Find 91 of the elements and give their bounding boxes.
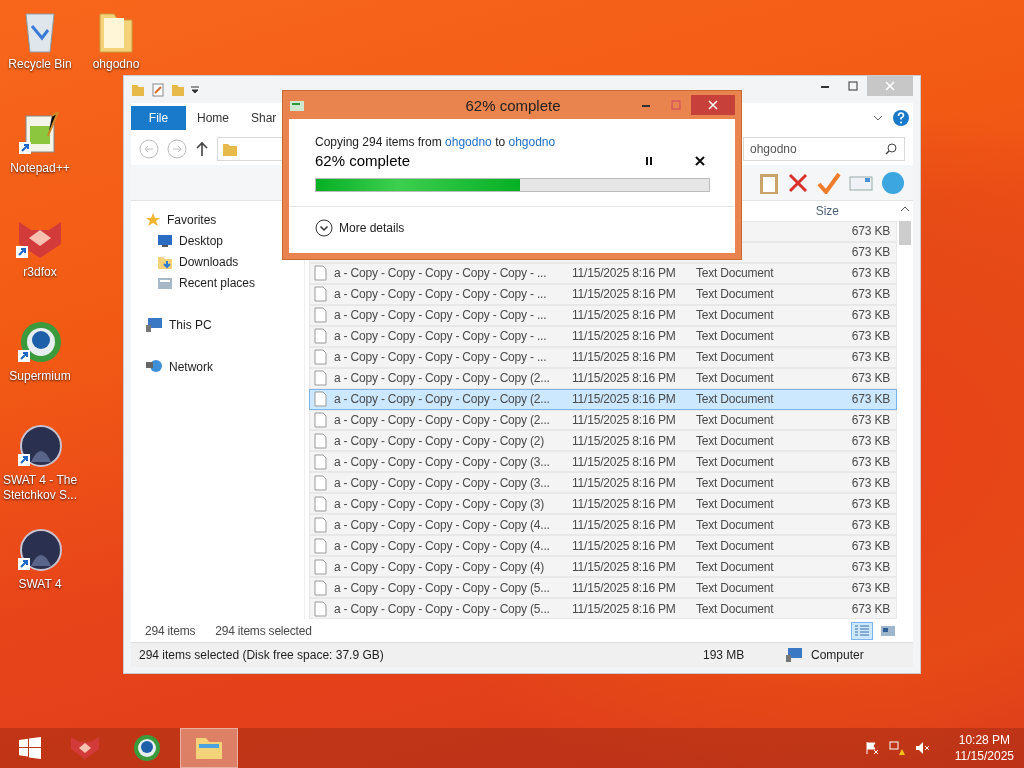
file-type: Text Document [696, 538, 775, 553]
file-name: a - Copy - Copy - Copy - Copy - Copy (2) [334, 433, 546, 448]
date-modified: 11/15/2025 8:16 PM [572, 371, 677, 386]
date-modified: 11/15/2025 8:16 PM [572, 601, 677, 616]
file-size: 673 KB [850, 329, 890, 344]
file-type: Text Document [696, 517, 775, 532]
file-size: 673 KB [850, 224, 890, 239]
file-size: 673 KB [850, 559, 890, 574]
file-name: a - Copy - Copy - Copy - Copy - Copy - ... [334, 308, 548, 323]
copy-message: Copying 294 items from ohgodno to ohgodno [315, 135, 557, 149]
file-size: 673 KB [850, 371, 890, 386]
sidebar-label: Recent places [179, 275, 256, 290]
file-name: a - Copy - Copy - Copy - Copy - Copy (3) [334, 496, 546, 511]
file-type: Text Document [696, 392, 775, 407]
date-modified: 11/15/2025 8:16 PM [572, 329, 677, 344]
file-size: 673 KB [850, 601, 890, 616]
file-type: Text Document [696, 475, 775, 490]
file-type: Text Document [696, 413, 775, 427]
date-modified: 11/15/2025 8:16 PM [572, 475, 677, 490]
file-size: 673 KB [850, 392, 890, 407]
file-type: Text Document [696, 350, 775, 365]
sidebar-label: Network [169, 359, 213, 374]
date-modified: 11/15/2025 8:16 PM [572, 413, 677, 427]
file-name: a - Copy - Copy - Copy - Copy - Copy (4) [334, 559, 546, 574]
shortcut-label: r3dfox [23, 265, 57, 280]
file-size: 673 KB [850, 266, 890, 281]
date-modified: 11/15/2025 8:16 PM [572, 287, 677, 302]
file-type: Text Document [696, 308, 775, 323]
file-name: a - Copy - Copy - Copy - Copy - Copy (4... [334, 538, 551, 553]
file-size: 673 KB [850, 496, 890, 511]
file-size: 673 KB [850, 350, 890, 365]
file-type: Text Document [696, 601, 775, 616]
file-type: Text Document [696, 329, 775, 344]
file-name: a - Copy - Copy - Copy - Copy - Copy (3... [334, 454, 551, 469]
file-type: Text Document [696, 433, 775, 448]
shortcut-label: ohgodno [92, 57, 140, 72]
progress-percent: 62% complete [315, 152, 412, 169]
file-size: 673 KB [850, 580, 890, 595]
date-modified: 11/15/2025 8:16 PM [572, 559, 677, 574]
file-size: 673 KB [850, 287, 890, 302]
shortcut-label: Notepad++ [10, 161, 70, 176]
file-name: a - Copy - Copy - Copy - Copy - Copy (5... [334, 580, 551, 595]
shortcut-label: Recycle Bin [8, 57, 72, 72]
selection-count: 294 items selected [215, 623, 312, 638]
file-size: 673 KB [850, 245, 890, 260]
file-type: Text Document [696, 559, 775, 574]
date-modified: 11/15/2025 8:16 PM [572, 350, 677, 365]
file-size: 673 KB [850, 413, 890, 427]
date-modified: 11/15/2025 8:16 PM [572, 392, 677, 407]
file-type: Text Document [696, 371, 775, 386]
file-type: Text Document [696, 496, 775, 511]
shortcut-label: Supermium [9, 369, 71, 384]
selection-size: 193 MB [702, 648, 746, 662]
file-name: a - Copy - Copy - Copy - Copy - Copy (2... [334, 392, 551, 407]
file-name: a - Copy - Copy - Copy - Copy - Copy - ... [334, 287, 548, 302]
file-type: Text Document [696, 287, 775, 302]
file-name: a - Copy - Copy - Copy - Copy - Copy - ... [334, 266, 548, 281]
file-size: 673 KB [850, 433, 890, 448]
file-name: a - Copy - Copy - Copy - Copy - Copy - ... [334, 350, 548, 365]
date-modified: 11/15/2025 8:16 PM [572, 308, 677, 323]
file-name: a - Copy - Copy - Copy - Copy - Copy (2... [334, 413, 551, 427]
file-size: 673 KB [850, 475, 890, 490]
file-type: Text Document [696, 580, 775, 595]
date-modified: 11/15/2025 8:16 PM [572, 496, 677, 511]
shortcut-label: SWAT 4 [18, 577, 62, 592]
file-size: 673 KB [850, 538, 890, 553]
status-text: 294 items selected (Disk free space: 37.9 GB) [138, 648, 385, 662]
date-modified: 11/15/2025 8:16 PM [572, 433, 677, 448]
date-modified: 11/15/2025 8:16 PM [572, 538, 677, 553]
file-name: a - Copy - Copy - Copy - Copy - Copy - ... [334, 329, 548, 344]
file-name: a - Copy - Copy - Copy - Copy - Copy (3... [334, 475, 551, 490]
sidebar-label: Favorites [167, 212, 217, 227]
sidebar-label: Desktop [179, 233, 224, 248]
date-modified: 11/15/2025 8:16 PM [572, 454, 677, 469]
location-text: Computer [810, 648, 865, 662]
sidebar-label: This PC [169, 317, 212, 332]
dialog-title: 62% complete [464, 96, 562, 114]
file-type: Text Document [696, 454, 775, 469]
shortcut-label: SWAT 4 - The Stetchkov S... [2, 473, 78, 503]
file-size: 673 KB [850, 308, 890, 323]
date-modified: 11/15/2025 8:16 PM [572, 517, 677, 532]
file-size: 673 KB [850, 517, 890, 532]
sidebar-label: Downloads [179, 254, 239, 269]
file-name: a - Copy - Copy - Copy - Copy - Copy (4... [334, 517, 551, 532]
file-size: 673 KB [850, 454, 890, 469]
item-count: 294 items [145, 623, 196, 638]
date-modified: 11/15/2025 8:16 PM [572, 580, 677, 595]
file-type: Text Document [696, 266, 775, 281]
file-name: a - Copy - Copy - Copy - Copy - Copy (5... [334, 601, 551, 616]
file-name: a - Copy - Copy - Copy - Copy - Copy (2... [334, 371, 551, 386]
date-modified: 11/15/2025 8:16 PM [572, 266, 677, 281]
